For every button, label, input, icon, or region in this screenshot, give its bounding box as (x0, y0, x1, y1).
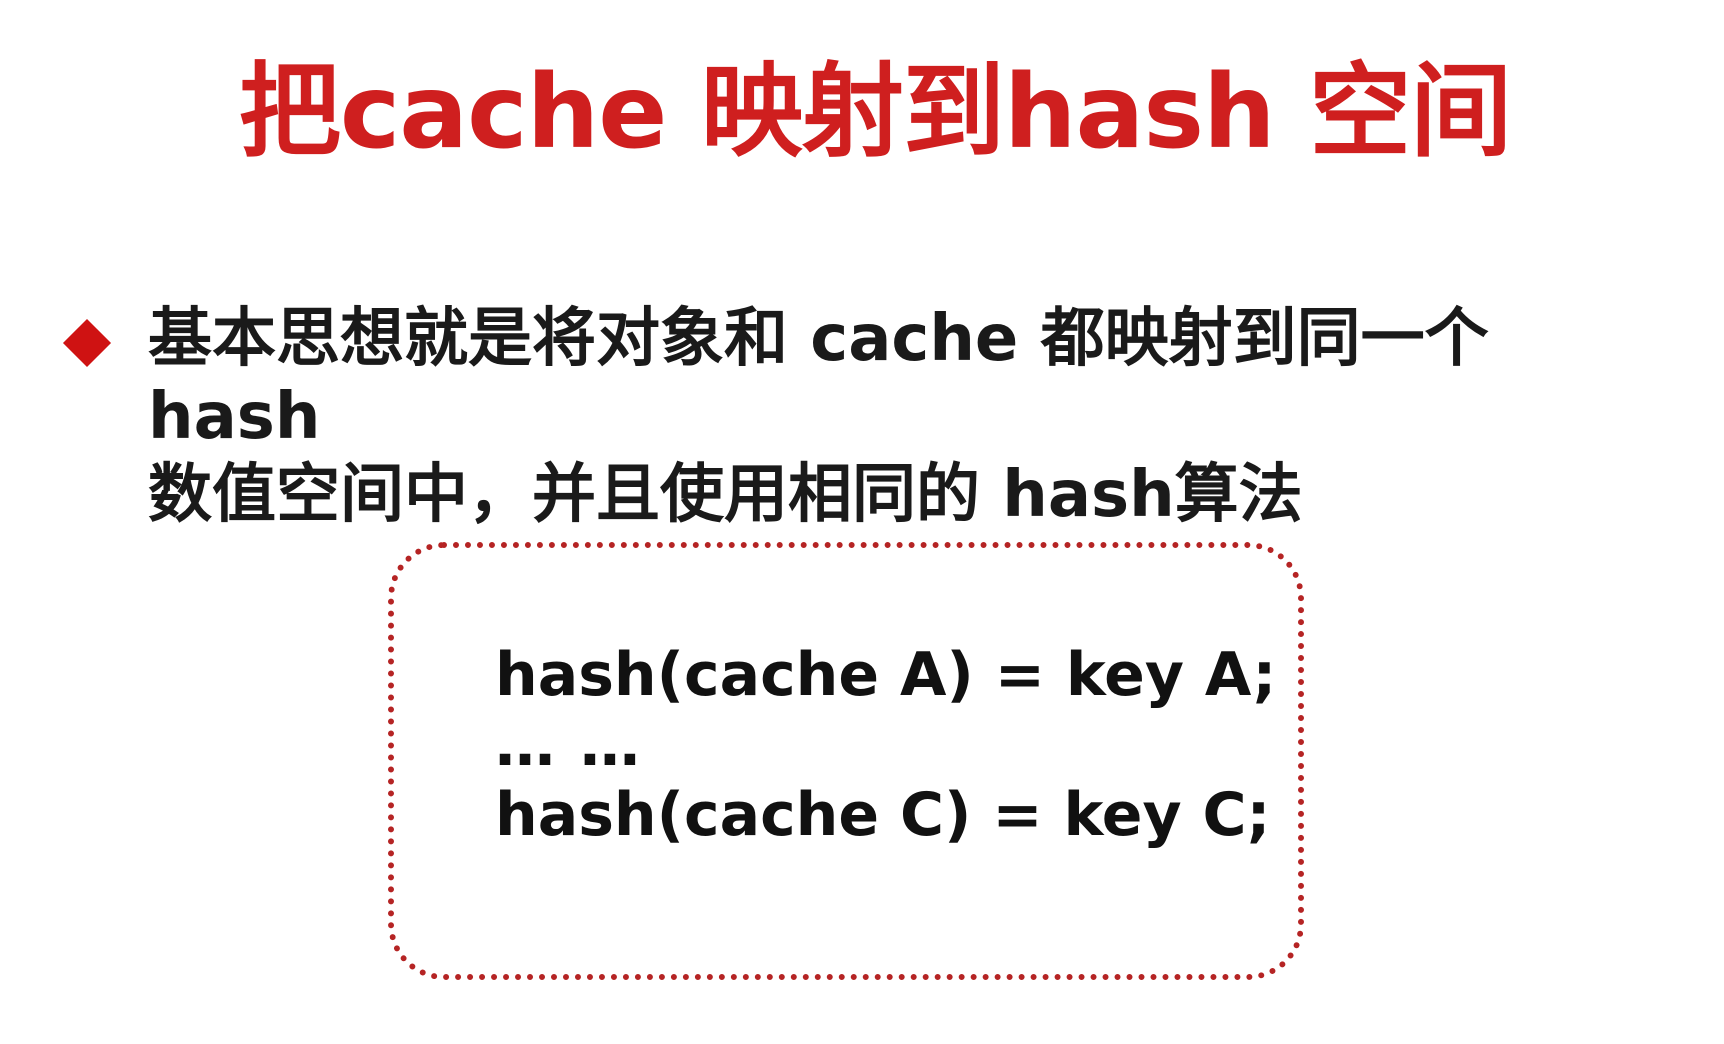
code-line-2: hash(cache C) = key C; (495, 780, 1271, 850)
bullet-line-1: 基本思想就是将对象和 cache 都映射到同一个 hash (148, 302, 1489, 454)
diamond-bullet-icon (62, 318, 112, 368)
slide-title: 把cache 映射到hash 空间 (238, 53, 1512, 172)
code-lines: hash(cache A) = key A; … … hash(cache C)… (495, 640, 1276, 850)
bullet-text: 基本思想就是将对象和 cache 都映射到同一个 hash 数值空间中，并且使用… (148, 300, 1668, 534)
bullet-line-2: 数值空间中，并且使用相同的 hash算法 (148, 458, 1303, 532)
slide: 把cache 映射到hash 空间 基本思想就是将对象和 cache 都映射到同… (0, 0, 1724, 1044)
code-line-ellipsis: … … (495, 710, 642, 780)
code-line-1: hash(cache A) = key A; (495, 640, 1277, 710)
